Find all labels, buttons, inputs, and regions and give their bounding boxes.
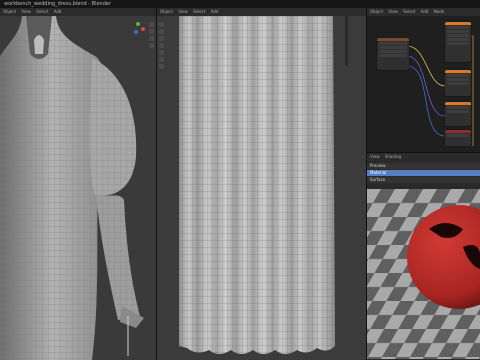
preview-property-row[interactable]: Preview: [367, 163, 480, 169]
separator-right-horizontal[interactable]: [367, 152, 480, 153]
gizmo-z-dot[interactable]: [134, 30, 138, 34]
left-menu-view[interactable]: View: [21, 9, 31, 14]
left-3d-viewport[interactable]: Object View Select Add: [0, 8, 156, 360]
principled-bsdf-node[interactable]: [445, 22, 471, 62]
left-menu-add[interactable]: Add: [54, 9, 62, 14]
middle-3d-viewport[interactable]: Object View Select Add: [157, 8, 366, 360]
node-menu-view[interactable]: View: [388, 9, 398, 14]
middle-viewport-header: Object View Select Add: [157, 8, 366, 16]
mix-node[interactable]: [445, 70, 471, 96]
middle-menu-add[interactable]: Add: [211, 9, 219, 14]
material-output-node[interactable]: [445, 130, 471, 146]
texture-node[interactable]: [377, 38, 409, 70]
separator-middle[interactable]: [366, 8, 367, 360]
middle-menu-view[interactable]: View: [178, 9, 188, 14]
curtain-mesh: [179, 16, 348, 354]
node-editor-header: Object View Select Add Node: [367, 8, 480, 16]
node-menu-add[interactable]: Add: [421, 9, 429, 14]
mannequin-mesh: [0, 16, 144, 360]
preview-header: View Shading: [367, 153, 480, 161]
gizmo-x-dot[interactable]: [141, 27, 145, 31]
color-ramp-node[interactable]: [445, 102, 471, 126]
preview-menu-shading[interactable]: Shading: [385, 154, 401, 159]
surface-property-row[interactable]: Surface: [367, 177, 480, 183]
camera-icon[interactable]: [149, 36, 154, 41]
node-menu-object[interactable]: Object: [370, 9, 383, 14]
left-viewport-header: Object View Select Add: [0, 8, 156, 16]
grid-icon[interactable]: [149, 43, 154, 48]
middle-menu-select[interactable]: Select: [193, 9, 205, 14]
pan-icon[interactable]: [149, 29, 154, 34]
left-navigation-gizmo[interactable]: [132, 22, 146, 36]
separator-left[interactable]: [156, 8, 157, 360]
left-menu-select[interactable]: Select: [36, 9, 48, 14]
left-viewport-toolbar: [149, 22, 155, 48]
material-preview-panel[interactable]: View Shading Preview Material Surface: [367, 153, 480, 360]
left-menu-object[interactable]: Object: [3, 9, 16, 14]
preview-menu-view[interactable]: View: [370, 154, 380, 159]
node-menu-node[interactable]: Node: [434, 9, 444, 14]
material-property-row-selected[interactable]: Material: [367, 170, 480, 176]
gizmo-y-dot[interactable]: [136, 22, 140, 26]
window-title-bar: workbench_wedding_dress.blend - Blender: [0, 0, 480, 8]
window-title: workbench_wedding_dress.blend - Blender: [4, 1, 112, 7]
shader-node-editor[interactable]: Object View Select Add Node: [367, 8, 480, 152]
checker-floor-render: [367, 189, 480, 359]
middle-menu-object[interactable]: Object: [160, 9, 173, 14]
node-menu-select[interactable]: Select: [403, 9, 415, 14]
zoom-icon[interactable]: [149, 22, 154, 27]
